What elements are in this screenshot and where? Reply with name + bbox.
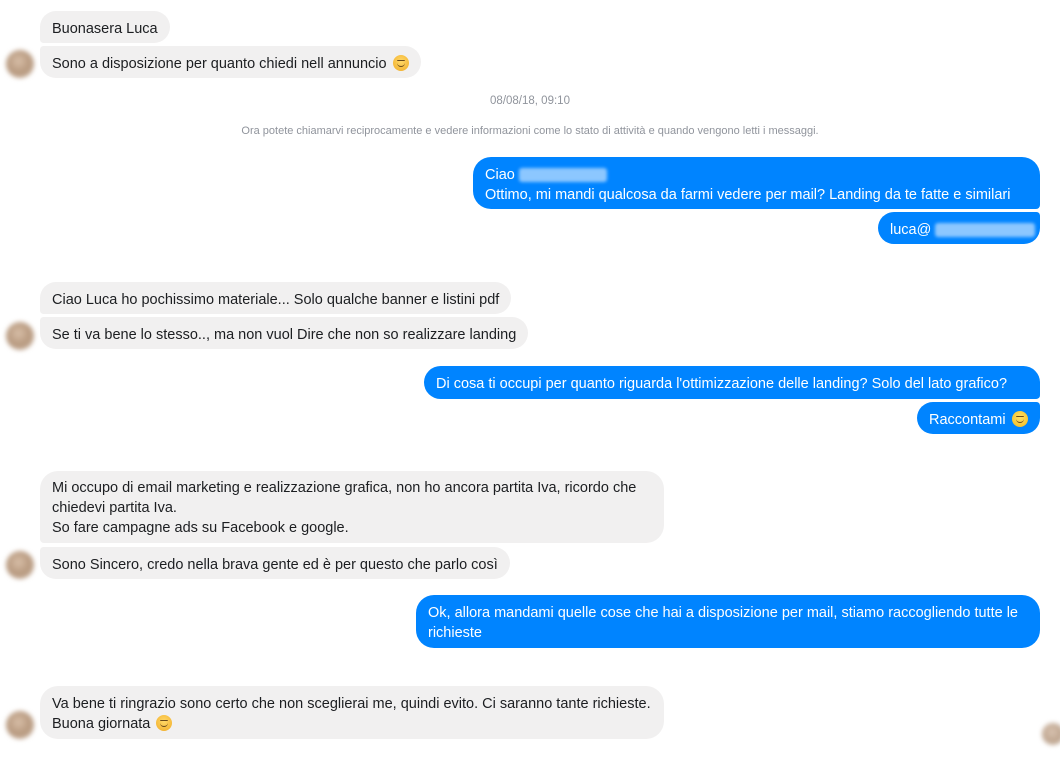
- message-text: Raccontami: [929, 412, 1006, 428]
- message-text: Sono Sincero, credo nella brava gente ed…: [52, 557, 498, 573]
- read-receipt-avatar: [1042, 723, 1060, 745]
- message-bubble-outgoing[interactable]: Di cosa ti occupi per quanto riguarda l'…: [424, 366, 1040, 399]
- message-bubble-incoming[interactable]: Se ti va bene lo stesso.., ma non vuol D…: [40, 317, 529, 349]
- message-text: Sono a disposizione per quanto chiedi ne…: [52, 56, 387, 72]
- message-text: So fare campagne ads su Facebook e googl…: [52, 520, 349, 536]
- message-text: Ciao Luca ho pochissimo materiale... Sol…: [52, 292, 500, 308]
- message-text: Va bene ti ringrazio sono certo che non …: [52, 696, 651, 732]
- message-text: Ottimo, mi mandi qualcosa da farmi veder…: [485, 187, 1011, 203]
- chat-thread: Buonasera Luca Sono a disposizione per q…: [0, 0, 1060, 760]
- message-text: Buonasera Luca: [52, 21, 158, 37]
- message-bubble-outgoing[interactable]: luca@: [878, 212, 1040, 244]
- message-bubble-incoming[interactable]: Sono Sincero, credo nella brava gente ed…: [40, 547, 510, 579]
- message-text: Ok, allora mandami quelle cose che hai a…: [428, 605, 1018, 641]
- message-text: Se ti va bene lo stesso.., ma non vuol D…: [52, 327, 517, 343]
- relieved-face-icon: [392, 55, 409, 71]
- message-text: Ciao: [485, 167, 515, 183]
- system-notice: Ora potete chiamarvi reciprocamente e ve…: [241, 125, 819, 137]
- redacted-email: [935, 223, 1036, 238]
- message-timestamp: 08/08/18, 09:10: [490, 95, 570, 107]
- message-bubble-incoming[interactable]: Sono a disposizione per quanto chiedi ne…: [40, 46, 421, 78]
- message-bubble-outgoing[interactable]: Ciao Ottimo, mi mandi qualcosa da farmi …: [473, 157, 1040, 209]
- message-text: Mi occupo di email marketing e realizzaz…: [52, 480, 637, 516]
- contact-avatar[interactable]: [6, 551, 34, 579]
- message-bubble-incoming[interactable]: Mi occupo di email marketing e realizzaz…: [40, 471, 664, 543]
- message-text: Di cosa ti occupi per quanto riguarda l'…: [436, 376, 1008, 392]
- message-bubble-incoming[interactable]: Ciao Luca ho pochissimo materiale... Sol…: [40, 282, 512, 314]
- message-bubble-incoming[interactable]: Va bene ti ringrazio sono certo che non …: [40, 686, 664, 739]
- smiling-eyes-face-icon: [156, 715, 173, 731]
- message-bubble-outgoing[interactable]: Ok, allora mandami quelle cose che hai a…: [416, 595, 1040, 648]
- message-bubble-outgoing[interactable]: Raccontami: [917, 402, 1040, 434]
- contact-avatar[interactable]: [6, 322, 34, 350]
- redacted-name: [518, 168, 607, 183]
- message-bubble-incoming[interactable]: Buonasera Luca: [40, 11, 170, 43]
- message-text: luca@: [890, 222, 932, 238]
- contact-avatar[interactable]: [6, 711, 34, 739]
- contact-avatar[interactable]: [6, 50, 34, 78]
- smiling-face-icon: [1011, 411, 1028, 427]
